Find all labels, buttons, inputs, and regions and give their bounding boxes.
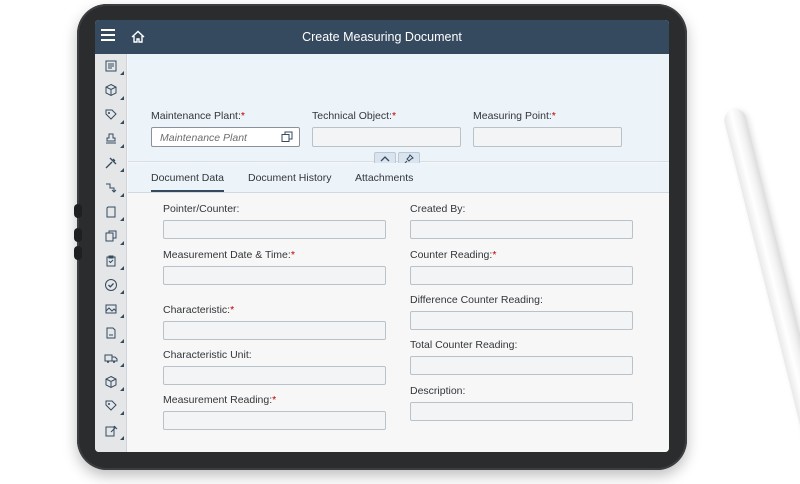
expand-marker xyxy=(120,314,124,319)
expand-marker xyxy=(120,71,124,76)
maintenance-plant-placeholder: Maintenance Plant xyxy=(160,132,247,144)
workflow-icon xyxy=(106,183,117,193)
sidebar-item-7[interactable] xyxy=(95,200,127,224)
right-field-label: Description: xyxy=(410,385,466,397)
clipboard-icon xyxy=(106,255,116,267)
left-field-input[interactable] xyxy=(163,366,386,385)
left-field-input[interactable] xyxy=(163,321,386,340)
sidebar xyxy=(95,54,127,452)
measuring-point-label: Measuring Point:* xyxy=(473,110,556,122)
sidebar-item-2[interactable] xyxy=(95,78,127,102)
tablet-side-button xyxy=(74,228,82,242)
tag-icon xyxy=(105,109,117,120)
expand-marker xyxy=(120,168,124,173)
stylus-pencil xyxy=(722,106,800,462)
right-field-input[interactable] xyxy=(410,266,633,285)
document-icon xyxy=(106,327,116,339)
tab-bar: Document Data Document History Attachmen… xyxy=(128,163,669,193)
sidebar-item-15[interactable] xyxy=(95,394,127,418)
left-field-input[interactable] xyxy=(163,220,386,239)
expand-marker xyxy=(120,241,124,246)
right-field-label: Difference Counter Reading: xyxy=(410,294,543,306)
truck-icon xyxy=(104,354,118,363)
expand-marker xyxy=(120,387,124,392)
left-field-label: Pointer/Counter: xyxy=(163,203,240,215)
notes-icon xyxy=(106,206,116,218)
right-field-input[interactable] xyxy=(410,311,633,330)
stage: Create Measuring Document Maintenance Pl… xyxy=(0,0,800,484)
tablet-side-button xyxy=(74,246,82,260)
tools-icon xyxy=(105,157,117,169)
stamp-icon xyxy=(106,133,116,144)
sidebar-item-16[interactable] xyxy=(95,418,127,442)
document-list-icon xyxy=(105,60,117,72)
app-title: Create Measuring Document xyxy=(302,30,462,44)
document-data-form: Pointer/Counter: Measurement Date & Time:… xyxy=(128,193,669,452)
tab-document-history[interactable]: Document History xyxy=(248,172,331,184)
header-filter-area: Maintenance Plant:* Maintenance Plant Te… xyxy=(128,54,669,166)
left-field-label: Measurement Date & Time:* xyxy=(163,249,295,261)
right-field-input[interactable] xyxy=(410,356,633,375)
right-field-label: Created By: xyxy=(410,203,466,215)
tag-icon xyxy=(105,400,117,412)
right-field-label: Counter Reading:* xyxy=(410,249,497,261)
left-field-label: Characteristic:* xyxy=(163,304,235,316)
left-field-label: Measurement Reading:* xyxy=(163,394,277,406)
left-field-input[interactable] xyxy=(163,266,386,285)
image-card-icon xyxy=(105,304,117,314)
checkmark-circle-icon xyxy=(105,278,117,291)
shell-bar: Create Measuring Document xyxy=(95,20,669,54)
right-field-input[interactable] xyxy=(410,220,633,239)
cube-icon xyxy=(105,84,117,97)
technical-object-input[interactable] xyxy=(312,127,461,147)
expand-marker xyxy=(120,144,124,149)
expand-marker xyxy=(120,362,124,367)
sidebar-item-11[interactable] xyxy=(95,297,127,321)
sidebar-item-9[interactable] xyxy=(95,248,127,272)
tab-document-data[interactable]: Document Data xyxy=(151,172,224,192)
edit-icon xyxy=(105,425,118,437)
app-screen: Create Measuring Document Maintenance Pl… xyxy=(95,20,669,452)
left-field-label: Characteristic Unit: xyxy=(163,349,252,361)
left-field-input[interactable] xyxy=(163,411,386,430)
sidebar-item-8[interactable] xyxy=(95,224,127,248)
expand-marker xyxy=(120,119,124,124)
expand-marker xyxy=(120,338,124,343)
right-field-label: Total Counter Reading: xyxy=(410,339,518,351)
sidebar-item-5[interactable] xyxy=(95,151,127,175)
expand-marker xyxy=(120,95,124,100)
tab-attachments[interactable]: Attachments xyxy=(355,172,413,184)
tablet-side-button xyxy=(74,204,82,218)
maintenance-plant-input[interactable]: Maintenance Plant xyxy=(151,127,300,147)
expand-marker xyxy=(120,265,124,270)
sidebar-item-1[interactable] xyxy=(95,54,127,78)
cube-icon xyxy=(105,375,117,389)
sidebar-item-3[interactable] xyxy=(95,103,127,127)
value-help-icon[interactable] xyxy=(281,131,293,143)
expand-marker xyxy=(120,435,124,440)
technical-object-label: Technical Object:* xyxy=(312,110,397,122)
sidebar-item-12[interactable] xyxy=(95,321,127,345)
measuring-point-input[interactable] xyxy=(473,127,622,147)
sidebar-item-6[interactable] xyxy=(95,175,127,199)
expand-marker xyxy=(120,192,124,197)
expand-marker xyxy=(120,411,124,416)
maintenance-plant-label: Maintenance Plant:* xyxy=(151,110,245,122)
copy-icon xyxy=(105,230,117,242)
expand-marker xyxy=(120,217,124,222)
sidebar-item-13[interactable] xyxy=(95,346,127,370)
expand-marker xyxy=(120,289,124,294)
sidebar-item-14[interactable] xyxy=(95,370,127,394)
chevron-up-icon xyxy=(380,156,390,162)
sidebar-item-4[interactable] xyxy=(95,127,127,151)
right-field-input[interactable] xyxy=(410,402,633,421)
sidebar-item-10[interactable] xyxy=(95,273,127,297)
